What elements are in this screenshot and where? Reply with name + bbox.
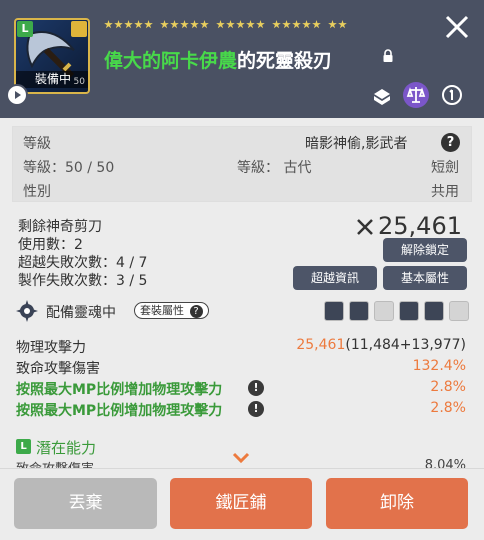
star-icon [190, 20, 199, 29]
craft-fail-count: 製作失敗次數：3 / 5 [18, 273, 148, 289]
star-icon [256, 20, 265, 29]
potential-line-value: 8.04% [424, 458, 466, 468]
star-force-stars [104, 14, 374, 29]
info-icon[interactable]: ! [248, 380, 264, 396]
star-icon [226, 20, 235, 29]
set-slot-frame-icon[interactable] [449, 301, 469, 321]
req-level-value: 等級：50 / 50 [23, 160, 115, 176]
star-icon [160, 20, 169, 29]
legendary-grade-badge: L [17, 21, 33, 37]
req-job: 暗影神偷,影武者 [305, 136, 408, 152]
stat-value: 2.8% [430, 379, 466, 395]
lock-icon [383, 49, 393, 62]
item-detail-panel: L 裝備中 50 偉大的阿卡伊農的死靈殺刃 等級 暗影神偷,影武者 ? 等級：5… [0, 0, 484, 540]
star-icon [328, 20, 337, 29]
discard-button[interactable]: 丟棄 [14, 478, 157, 529]
stat-label: 按照最大MP比例增加物理攻擊力 [16, 382, 223, 398]
uses-count: 使用數：2 [18, 237, 83, 253]
star-icon [292, 20, 301, 29]
unequip-button[interactable]: 卸除 [326, 478, 468, 529]
stat-value: 2.8% [430, 400, 466, 416]
potential-grade-badge: L [16, 439, 31, 454]
star-icon [114, 20, 123, 29]
star-icon [302, 20, 311, 29]
stat-label: 物理攻擊力 [16, 340, 86, 356]
star-icon [216, 20, 225, 29]
star-icon [134, 20, 143, 29]
crown-icon [71, 21, 87, 37]
req-gender-label: 性別 [23, 184, 51, 200]
star-icon [104, 20, 113, 29]
star-icon [282, 20, 291, 29]
close-icon[interactable] [440, 10, 474, 44]
star-icon [144, 20, 153, 29]
stat-value: 25,461(11,484+13,977) [296, 337, 466, 353]
stat-label: 按照最大MP比例增加物理攻擊力 [16, 403, 223, 419]
set-help-icon: ? [189, 305, 203, 318]
star-icon [180, 20, 189, 29]
star-icon [312, 20, 321, 29]
set-slot-arch-icon[interactable] [424, 301, 444, 321]
basic-attr-button[interactable]: 基本屬性 [383, 266, 467, 290]
star-icon [246, 20, 255, 29]
combat-power: 25,461 [378, 212, 462, 240]
stats-list: 物理攻擊力 25,461(11,484+13,977) 致命攻擊傷害 132.4… [12, 331, 472, 431]
star-icon [170, 20, 179, 29]
stat-value-extra: (11,484+13,977) [345, 337, 466, 353]
requirements-card: 等級 暗影神偷,影武者 ? 等級：50 / 50 等級： 古代 短劍 性別 共用 [12, 126, 472, 202]
stat-value-main: 25,461 [296, 337, 346, 353]
req-weapon-type: 短劍 [431, 160, 459, 176]
set-slot-skull-icon[interactable] [349, 301, 369, 321]
item-name-suffix: 的死靈殺刃 [237, 50, 333, 72]
item-level-small: 50 [73, 77, 85, 87]
item-header: L 裝備中 50 偉大的阿卡伊農的死靈殺刃 [0, 0, 484, 118]
set-attribute-badge[interactable]: 套裝屬性 ? [134, 302, 209, 319]
info-card: 剩餘神奇剪刀 使用數：2 超越失敗次數：4 / 7 製作失敗次數：3 / 5 2… [12, 208, 472, 326]
set-slot-sword-icon[interactable] [324, 301, 344, 321]
item-name-prefix: 偉大的阿卡伊農 [104, 50, 238, 72]
set-slot-wind-icon[interactable] [374, 301, 394, 321]
star-icon [338, 20, 347, 29]
soul-row: 配備靈魂中 套裝屬性 ? [12, 296, 472, 326]
req-gender-value: 共用 [431, 184, 459, 200]
star-icon [272, 20, 281, 29]
transcend-fail-count: 超越失敗次數：4 / 7 [18, 255, 148, 271]
item-thumbnail[interactable]: L 裝備中 50 [14, 18, 90, 94]
req-grade-value: 等級： 古代 [237, 160, 312, 176]
star-icon [200, 20, 209, 29]
set-attribute-label: 套裝屬性 [140, 304, 184, 317]
blacksmith-button[interactable]: 鐵匠鋪 [170, 478, 312, 529]
unlock-button[interactable]: 解除鎖定 [383, 238, 467, 262]
share-icon[interactable] [369, 82, 395, 108]
potential-title: 潛在能力 [36, 439, 97, 457]
soul-label: 配備靈魂中 [46, 305, 116, 321]
reset-icon[interactable] [439, 82, 465, 108]
item-details-scroll[interactable]: 等級 暗影神偷,影武者 ? 等級：50 / 50 等級： 古代 短劍 性別 共用… [12, 126, 472, 468]
remaining-scissors: 剩餘神奇剪刀 [18, 219, 102, 235]
item-name: 偉大的阿卡伊農的死靈殺刃 [104, 46, 332, 73]
potential-line-label: 致命攻擊傷害 [16, 458, 94, 468]
star-icon [124, 20, 133, 29]
soul-icon [16, 300, 38, 322]
stat-value: 132.4% [412, 358, 466, 374]
action-footer: 丟棄 鐵匠鋪 卸除 [0, 468, 484, 540]
crossed-swords-icon [357, 219, 373, 235]
info-icon[interactable]: ! [248, 401, 264, 417]
set-slot-chip-icon[interactable] [399, 301, 419, 321]
chevron-down-icon[interactable] [232, 452, 250, 464]
star-icon [236, 20, 245, 29]
help-icon[interactable]: ? [441, 133, 460, 152]
transcend-info-button[interactable]: 超越資訊 [293, 266, 377, 290]
req-level-label: 等級 [23, 136, 51, 152]
stat-label: 致命攻擊傷害 [16, 361, 100, 377]
balance-icon[interactable] [403, 82, 429, 108]
play-icon[interactable] [6, 84, 28, 106]
